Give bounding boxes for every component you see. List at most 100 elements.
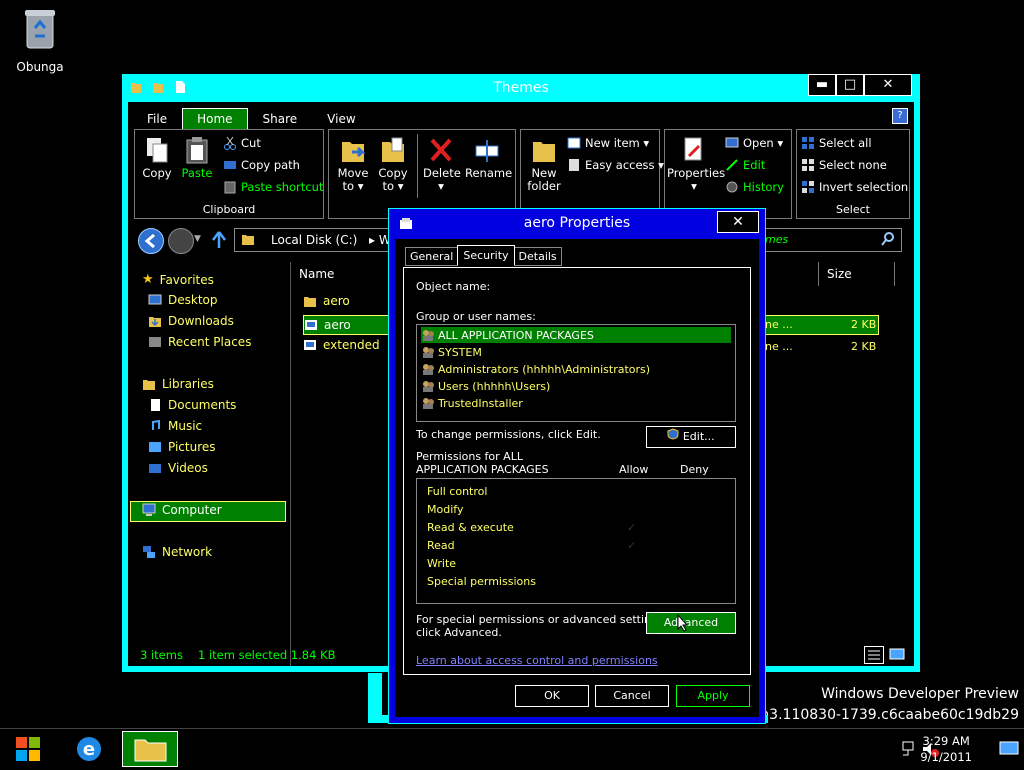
dialog-title: aero Properties (523, 215, 631, 231)
start-button[interactable] (2, 731, 54, 767)
user-list-item[interactable]: TrustedInstaller (421, 395, 523, 411)
nav-music[interactable]: Music (148, 419, 202, 433)
search-input[interactable]: mes (760, 228, 902, 252)
column-header-name[interactable]: Name (291, 262, 391, 286)
network-tray-icon[interactable] (900, 739, 920, 759)
large-icons-view-icon[interactable] (888, 646, 906, 662)
copy-to-button[interactable]: Copy to ▾ (375, 136, 411, 193)
copy-button[interactable]: Copy (141, 136, 173, 180)
nav-desktop[interactable]: Desktop (148, 293, 218, 307)
paste-shortcut-button[interactable]: Paste shortcut (223, 180, 323, 194)
file-row[interactable]: extended (303, 338, 380, 352)
nav-computer[interactable]: Computer (142, 503, 222, 517)
new-folder-button[interactable]: New folder (525, 136, 563, 193)
history-button[interactable]: History (725, 180, 784, 194)
minimize-button[interactable]: ▬ (808, 74, 836, 96)
deny-column-header: Deny (680, 463, 709, 476)
dialog-close-button[interactable]: ✕ (717, 211, 759, 233)
permission-full-control: Full control (427, 485, 488, 498)
nav-pictures[interactable]: Pictures (148, 440, 216, 454)
videos-icon (148, 461, 162, 475)
nav-videos[interactable]: Videos (148, 461, 208, 475)
permission-read: Read (427, 539, 455, 552)
nav-network[interactable]: Network (142, 545, 212, 559)
internet-explorer-icon[interactable]: e (60, 731, 118, 767)
cut-button[interactable]: Cut (223, 136, 261, 150)
paste-button[interactable]: Paste (179, 136, 215, 180)
user-list-item[interactable]: Users (hhhhh\Users) (421, 378, 550, 394)
users-icon (421, 345, 435, 359)
tab-view[interactable]: View (312, 108, 370, 130)
status-selection: 1 item selected 1.84 KB (198, 648, 336, 662)
nav-favorites[interactable]: ★ Favorites (142, 272, 214, 287)
permission-write: Write (427, 557, 457, 570)
tab-share[interactable]: Share (248, 108, 313, 130)
address-path[interactable]: Local Disk (C:) (271, 233, 357, 247)
nav-downloads[interactable]: Downloads (148, 314, 234, 328)
cancel-button[interactable]: Cancel (595, 685, 669, 707)
search-text: mes (765, 233, 789, 246)
nav-libraries[interactable]: Libraries (142, 377, 214, 391)
column-header-size[interactable]: Size (819, 262, 895, 286)
file-row-selected[interactable]: aero (303, 315, 389, 335)
tab-file[interactable]: File (132, 108, 182, 130)
details-view-icon[interactable] (864, 646, 884, 664)
history-icon (725, 180, 739, 194)
libraries-icon (142, 377, 156, 391)
column-header-blank[interactable] (795, 262, 819, 286)
rename-button[interactable]: Rename (465, 136, 512, 180)
move-to-button[interactable]: Move to ▾ (335, 136, 371, 193)
easy-access-button[interactable]: Easy access ▾ (567, 158, 664, 172)
clipboard-group: Copy Paste Cut Copy path Paste shortcut (134, 129, 324, 219)
edit-icon (725, 158, 739, 172)
back-button[interactable] (138, 228, 164, 254)
invert-selection-button[interactable]: Invert selection (801, 180, 908, 194)
nav-recent-places[interactable]: Recent Places (148, 335, 251, 349)
copy-path-button[interactable]: Copy path (223, 158, 300, 172)
paste-shortcut-icon (223, 180, 237, 194)
change-permissions-text: To change permissions, click Edit. (416, 428, 601, 441)
maximize-button[interactable]: □ (836, 74, 864, 96)
open-button[interactable]: Open ▾ (725, 136, 783, 150)
tab-security[interactable]: Security (457, 245, 515, 266)
user-list-item[interactable]: SYSTEM (421, 344, 482, 360)
edit-button[interactable]: Edit (725, 158, 765, 172)
learn-access-control-link[interactable]: Learn about access control and permissio… (416, 654, 658, 667)
properties-dialog[interactable]: aero Properties ✕ General Security Detai… (388, 208, 766, 724)
forward-button[interactable] (168, 228, 194, 254)
recent-locations-icon[interactable]: ▼ (194, 234, 201, 244)
file-row[interactable]: aero (303, 294, 350, 308)
search-icon[interactable] (881, 232, 895, 249)
new-item-button[interactable]: New item ▾ (567, 136, 649, 150)
help-button[interactable]: ? (892, 108, 908, 124)
taskbar-clock[interactable]: 3:29 AM 9/1/2011 (920, 733, 972, 765)
nav-documents[interactable]: Documents (148, 398, 236, 412)
advanced-button[interactable]: Advanced (646, 612, 736, 634)
delete-button[interactable]: Delete ▾ (423, 136, 461, 193)
select-none-button[interactable]: Select none (801, 158, 887, 172)
tab-general[interactable]: General (405, 247, 459, 266)
file-type: ne ... (765, 318, 793, 331)
show-desktop-icon[interactable] (998, 739, 1020, 759)
theme-file-icon (304, 318, 318, 332)
advanced-text-line1: For special permissions or advanced sett… (416, 613, 668, 626)
close-button[interactable]: ✕ (864, 74, 912, 96)
user-list-item[interactable]: Administrators (hhhhh\Administrators) (421, 361, 650, 377)
user-list[interactable]: ALL APPLICATION PACKAGES SYSTEM Administ… (416, 324, 736, 422)
properties-button[interactable]: Properties ▾ (667, 136, 725, 193)
up-arrow-icon[interactable] (210, 228, 228, 250)
user-list-item-selected[interactable]: ALL APPLICATION PACKAGES (421, 327, 731, 343)
ok-button[interactable]: OK (515, 685, 589, 707)
select-all-button[interactable]: Select all (801, 136, 872, 150)
edit-permissions-button[interactable]: Edit... (646, 426, 736, 448)
tab-details[interactable]: Details (513, 247, 562, 266)
permissions-for-label-line1: Permissions for ALL (416, 450, 523, 463)
recycle-bin-shortcut[interactable]: Obunga (10, 6, 70, 74)
tab-home[interactable]: Home (182, 108, 248, 130)
security-panel: Object name: Group or user names: ALL AP… (403, 267, 751, 675)
move-to-icon (340, 136, 366, 164)
apply-button[interactable]: Apply (676, 685, 750, 707)
svg-text:e: e (83, 739, 95, 760)
file-explorer-taskbar-icon[interactable] (122, 731, 178, 767)
permissions-list: Full control Modify Read & execute Read … (416, 478, 736, 604)
